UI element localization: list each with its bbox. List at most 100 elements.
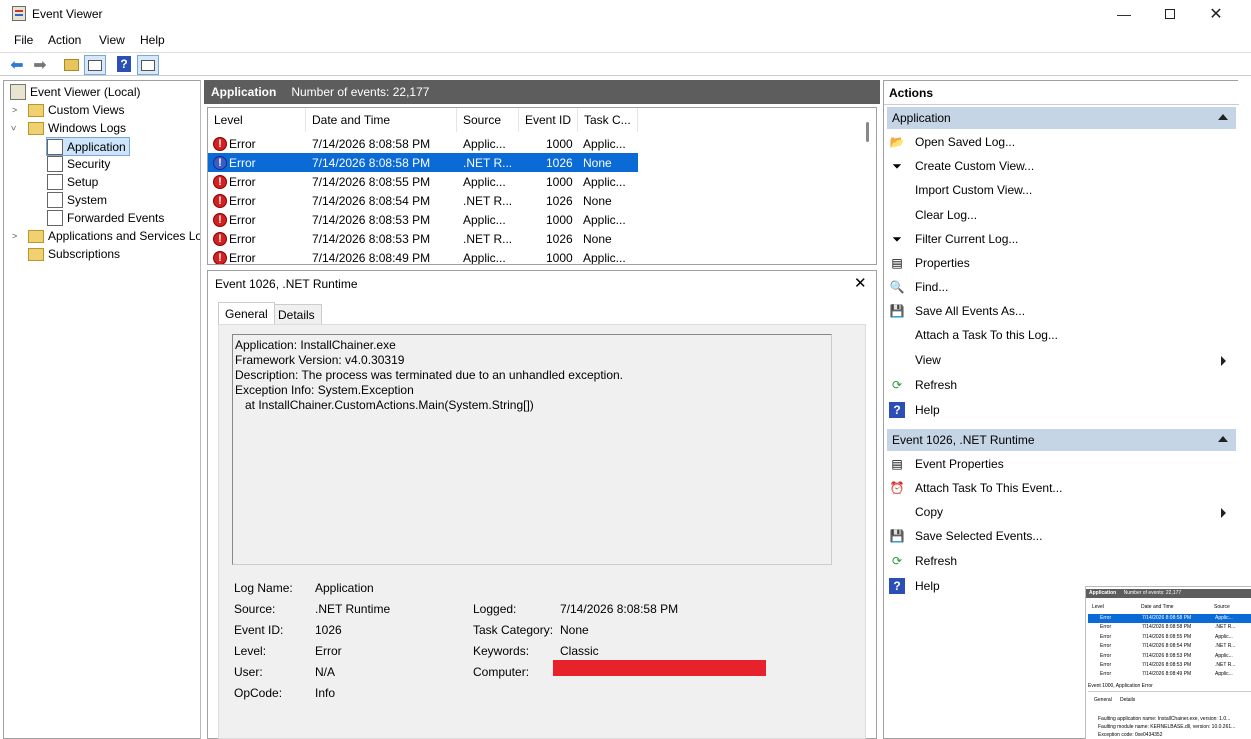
collapse-icon[interactable] [1218, 436, 1228, 442]
event-row[interactable]: ! Error 7/14/2026 8:08:55 PM Applic... 1000 A… [208, 172, 638, 191]
thumb-tab-general: General [1094, 697, 1112, 703]
action-item[interactable]: ⟳ Refresh [889, 550, 1234, 572]
event-id-value: 1026 [315, 623, 342, 637]
action-item[interactable]: Attach a Task To this Log... [889, 324, 1234, 346]
event-row[interactable]: ! Error 7/14/2026 8:08:58 PM .NET R... 1026 N… [208, 153, 638, 172]
close-detail-icon[interactable]: ✕ [854, 274, 867, 292]
action-item[interactable]: ⏰ Attach Task To This Event... [889, 477, 1234, 499]
action-item[interactable]: 📂 Open Saved Log... [889, 131, 1234, 153]
action-item[interactable]: Clear Log... [889, 204, 1234, 226]
app-icon [12, 6, 26, 21]
general-panel: Application: InstallChainer.exe Framewor… [218, 324, 866, 739]
cell-task: Applic... [583, 213, 626, 227]
chevron-right-icon[interactable]: > [12, 105, 17, 115]
thumb-col-source: Source [1214, 604, 1230, 610]
tree-windows-logs[interactable]: Windows Logs [28, 119, 126, 137]
action-item[interactable]: ? Help [889, 399, 1234, 421]
log-name: Application [211, 85, 277, 99]
maximize-button[interactable] [1147, 0, 1193, 28]
event-row[interactable]: ! Error 7/14/2026 8:08:53 PM .NET R... 1026 N… [208, 229, 638, 248]
action-item[interactable]: ▤ Event Properties [889, 453, 1234, 475]
tree-setup[interactable]: Setup [47, 173, 98, 191]
cell-id: 1026 [546, 194, 573, 208]
action-item[interactable]: ▤ Properties [889, 252, 1234, 274]
open-folder-icon: 📂 [889, 135, 905, 149]
action-item[interactable]: ⏷ Create Custom View... [889, 155, 1234, 177]
thumb-row: Error 7/14/2026 8:08:58 PM Applic... [1088, 614, 1251, 623]
events-grid: Level Date and Time Source Event ID Task… [207, 107, 877, 265]
chevron-right-icon[interactable]: > [12, 231, 17, 241]
collapse-icon[interactable] [1218, 114, 1228, 120]
actions-section-event[interactable]: Event 1026, .NET Runtime [887, 429, 1236, 451]
thumb-cell-source: .NET R... [1215, 643, 1236, 650]
event-description[interactable]: Application: InstallChainer.exe Framewor… [232, 334, 832, 565]
action-item[interactable]: ⏷ Filter Current Log... [889, 228, 1234, 250]
logged-label: Logged: [473, 602, 517, 616]
keywords-value: Classic [560, 644, 599, 658]
event-row[interactable]: ! Error 7/14/2026 8:08:58 PM Applic... 1000 A… [208, 134, 638, 153]
action-label: View [915, 353, 941, 367]
tree-system[interactable]: System [47, 191, 107, 209]
thumb-cell-source: Applic... [1215, 671, 1233, 678]
thumb-row: Error 7/14/2026 8:08:53 PM .NET R... [1088, 661, 1251, 670]
show-hide-action-pane-icon[interactable] [137, 55, 159, 75]
action-item[interactable]: 🔍 Find... [889, 276, 1234, 298]
tab-details[interactable]: Details [271, 304, 322, 324]
cell-level: Error [229, 194, 256, 208]
cell-date: 7/14/2026 8:08:54 PM [312, 194, 431, 208]
action-item[interactable]: 💾 Save All Events As... [889, 300, 1234, 322]
action-item[interactable]: Import Custom View... [889, 179, 1234, 201]
col-date[interactable]: Date and Time [306, 108, 457, 132]
event-row[interactable]: ! Error 7/14/2026 8:08:53 PM Applic... 1000 A… [208, 210, 638, 229]
action-item[interactable]: 💾 Save Selected Events... [889, 525, 1234, 547]
error-icon: ! [213, 251, 227, 264]
tree-application[interactable]: Application [46, 137, 130, 156]
filter-icon: ⏷ [892, 158, 902, 173]
action-item[interactable]: Copy [889, 501, 1234, 523]
tree-root[interactable]: Event Viewer (Local) [10, 83, 141, 101]
menu-view[interactable]: View [99, 33, 125, 47]
folder-up-icon[interactable] [62, 56, 80, 74]
scrollbar[interactable] [861, 108, 876, 264]
tree-custom-views[interactable]: Custom Views [28, 101, 124, 119]
thumb-header: Application [1089, 590, 1117, 596]
col-level[interactable]: Level [208, 108, 306, 132]
col-source[interactable]: Source [457, 108, 519, 132]
log-header: Application Number of events: 22,177 [204, 80, 880, 104]
cell-level: Error [229, 175, 256, 189]
actions-section-application[interactable]: Application [887, 107, 1236, 129]
thumb-cell-level: Error [1100, 652, 1112, 659]
back-arrow-icon[interactable]: ⬅ [8, 56, 26, 74]
col-event-id[interactable]: Event ID [519, 108, 578, 132]
forward-arrow-icon[interactable]: ➡ [31, 56, 49, 74]
show-hide-console-tree-icon[interactable] [84, 55, 106, 75]
action-item[interactable]: ⟳ Refresh [889, 374, 1234, 396]
tree-forwarded-events[interactable]: Forwarded Events [47, 209, 164, 227]
tree-subscriptions[interactable]: Subscriptions [28, 245, 120, 263]
cell-level: Error [229, 213, 256, 227]
thumb-cell-source: Applic... [1215, 652, 1233, 659]
thumb-cell-date: 7/14/2026 8:08:53 PM [1142, 662, 1192, 668]
tab-general[interactable]: General [218, 302, 275, 324]
thumb-cell-source: Applic... [1215, 633, 1233, 640]
window-title: Event Viewer [32, 7, 103, 21]
event-viewer-icon [10, 84, 26, 100]
cell-task: None [583, 156, 612, 170]
menu-action[interactable]: Action [48, 33, 81, 47]
action-item[interactable]: View [889, 349, 1234, 371]
tree-applications-services[interactable]: Applications and Services Lo [28, 227, 200, 245]
action-label: Copy [915, 505, 944, 519]
menu-file[interactable]: File [14, 33, 33, 47]
error-icon: ! [213, 232, 227, 246]
action-label: Open Saved Log... [915, 135, 1016, 149]
event-row[interactable]: ! Error 7/14/2026 8:08:49 PM Applic... 1000 A… [208, 248, 638, 264]
col-task[interactable]: Task C... [578, 108, 638, 132]
close-button[interactable]: ✕ [1193, 0, 1239, 28]
help-icon[interactable]: ? [117, 56, 131, 72]
minimize-button[interactable]: — [1101, 0, 1147, 28]
menu-help[interactable]: Help [140, 33, 165, 47]
chevron-down-icon[interactable]: > [9, 125, 19, 130]
tree-security[interactable]: Security [47, 155, 110, 173]
event-row[interactable]: ! Error 7/14/2026 8:08:54 PM .NET R... 1026 N… [208, 191, 638, 210]
log-name-label: Log Name: [234, 581, 293, 595]
